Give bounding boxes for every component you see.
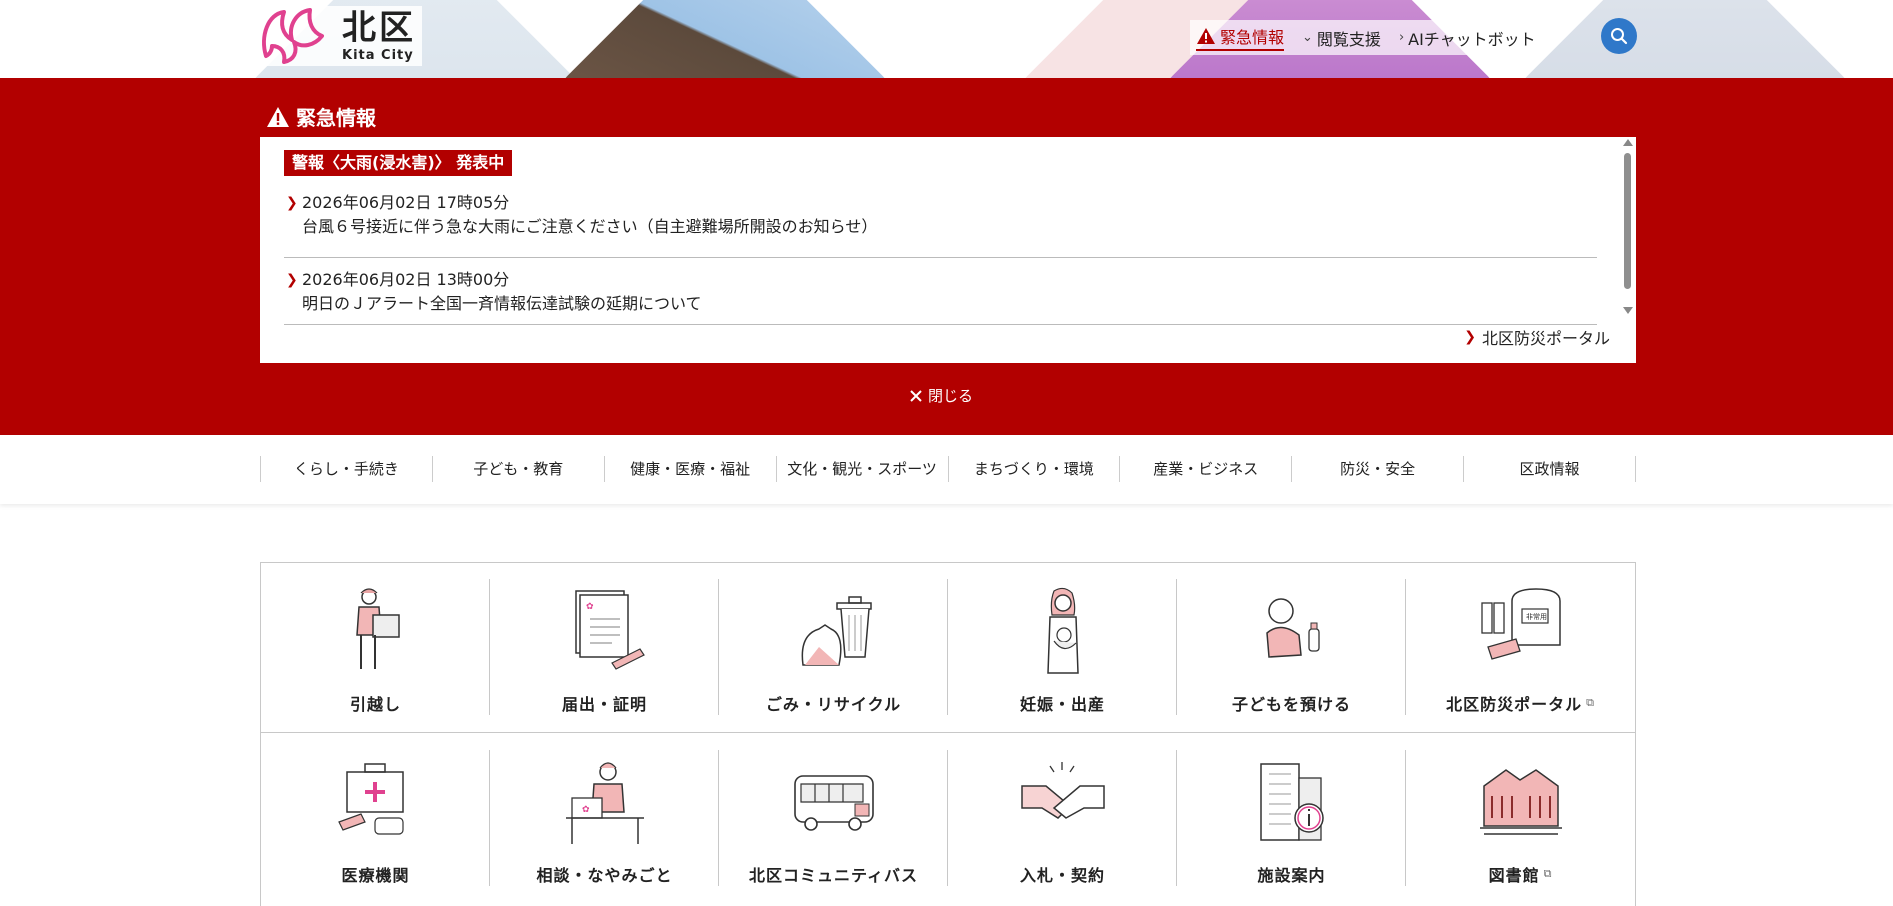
nav-item-culture-tourism[interactable]: 文化・観光・スポーツ [777, 456, 949, 482]
page: 北区 Kita City 緊急情報 ⌄ 閲覧支援 › AIチャットボット 緊急情… [0, 0, 1893, 906]
mother-baby-icon [1046, 587, 1079, 674]
medical-box-icon [337, 763, 404, 835]
chevron-right-icon: ❯ [286, 272, 298, 288]
news-date: 2026年06月02日 17時05分 [302, 193, 510, 212]
emergency-info-link[interactable]: 緊急情報 [1196, 24, 1285, 51]
svg-text:✿: ✿ [582, 805, 590, 815]
quick-links-row: 引越し ✿ 届出・証明 ごみ・リサイクル 妊娠・出産 子どもを預ける 非常用 北… [261, 563, 1635, 733]
quick-link-bidding-contract[interactable]: 入札・契約 [948, 734, 1177, 904]
library-icon [1479, 769, 1562, 835]
quick-link-medical[interactable]: 医療機関 [261, 734, 490, 904]
consultation-icon: ✿ [565, 762, 644, 844]
baby-icon [1265, 598, 1320, 658]
nav-item-health-welfare[interactable]: 健康・医療・福祉 [605, 456, 777, 482]
quick-link-label: 北区防災ポータル [1446, 695, 1583, 714]
quick-link-moving[interactable]: 引越し [261, 563, 490, 732]
site-logo[interactable]: 北区 Kita City [258, 6, 422, 66]
quick-link-consultation[interactable]: ✿ 相談・なやみごと [490, 734, 719, 904]
quick-links: 引越し ✿ 届出・証明 ごみ・リサイクル 妊娠・出産 子どもを預ける 非常用 北… [260, 562, 1636, 906]
close-label: 閉じる [928, 387, 974, 405]
disaster-portal-label: 北区防災ポータル [1481, 329, 1610, 348]
emergency-news-item[interactable]: ❯ 2026年06月02日 13時00分 明日のＪアラート全国一斉情報伝達試験の… [284, 258, 1597, 325]
quick-link-facilities[interactable]: 施設案内 [1177, 734, 1406, 904]
warning-icon [1197, 28, 1215, 44]
quick-link-label: 北区コミュニティバス [748, 866, 919, 885]
nav-item-administration[interactable]: 区政情報 [1464, 456, 1636, 482]
quick-link-community-bus[interactable]: 北区コミュニティバス [719, 734, 948, 904]
hero-photo-train [1508, 0, 1862, 78]
handshake-icon [1020, 762, 1105, 819]
news-title: 明日のＪアラート全国一斉情報伝達試験の延期について [302, 294, 702, 313]
chevron-right-icon: › [1398, 30, 1405, 45]
quick-link-garbage-recycling[interactable]: ごみ・リサイクル [719, 563, 948, 732]
bus-icon [793, 775, 874, 831]
news-title: 台風６号接近に伴う急な大雨にご注意ください（自主避難場所開設のお知らせ） [302, 217, 878, 236]
alert-badge: 警報〈大雨(浸水害)〉 発表中 [284, 150, 513, 176]
quick-link-label: 図書館 [1488, 866, 1540, 885]
scroll-down-arrow-icon[interactable] [1623, 307, 1633, 314]
close-icon [910, 389, 922, 402]
scroll-up-arrow-icon[interactable] [1623, 139, 1633, 146]
quick-links-row: 医療機関 ✿ 相談・なやみごと 北区コミュニティバス 入札・契約 施設案内 図書… [261, 734, 1635, 904]
quick-link-label: ごみ・リサイクル [765, 695, 902, 714]
ai-chatbot-link[interactable]: › AIチャットボット [1399, 26, 1536, 50]
search-button[interactable] [1601, 18, 1637, 54]
emergency-box: 警報〈大雨(浸水害)〉 発表中 ❯ 2026年06月02日 17時05分 台風６… [260, 137, 1636, 363]
quick-link-library[interactable]: 図書館 ⧉ [1406, 734, 1635, 904]
global-nav: くらし・手続き 子ども・教育 健康・医療・福祉 文化・観光・スポーツ まちづくり… [0, 435, 1893, 504]
svg-text:非常用: 非常用 [1526, 612, 1547, 621]
quick-link-label: 子どもを預ける [1231, 695, 1351, 714]
quick-link-label: 施設案内 [1257, 866, 1326, 885]
warning-icon [267, 106, 289, 127]
external-link-icon: ⧉ [1586, 696, 1595, 709]
emergency-kit-icon: 非常用 [1480, 588, 1561, 660]
quick-link-notification-certificate[interactable]: ✿ 届出・証明 [490, 563, 719, 732]
emergency-info-label: 緊急情報 [1220, 28, 1285, 47]
nav-item-children-education[interactable]: 子ども・教育 [433, 456, 605, 482]
scrollbar-thumb[interactable] [1624, 153, 1631, 289]
logo-kanji: 北区 [342, 7, 416, 48]
kita-city-logo-icon [262, 8, 324, 64]
quick-link-label: 相談・なやみごと [536, 866, 673, 885]
emergency-title: 緊急情報 [266, 102, 376, 131]
quick-link-label: 届出・証明 [561, 695, 647, 714]
quick-link-label: 医療機関 [341, 866, 410, 885]
disaster-portal-link[interactable]: ❯ 北区防災ポータル [1464, 325, 1610, 349]
svg-text:✿: ✿ [586, 602, 594, 612]
nav-item-living[interactable]: くらし・手続き [261, 456, 433, 482]
hero-photo-library [548, 0, 902, 78]
news-scrollbar[interactable] [1620, 137, 1636, 317]
quick-link-label: 引越し [349, 695, 401, 714]
ai-chatbot-label: AIチャットボット [1408, 29, 1536, 49]
document-icon: ✿ [574, 590, 645, 670]
news-date: 2026年06月02日 13時00分 [302, 270, 510, 289]
nav-item-disaster-safety[interactable]: 防災・安全 [1292, 456, 1465, 482]
chevron-down-icon: ⌄ [1302, 30, 1313, 45]
reading-support-menu[interactable]: ⌄ 閲覧支援 [1302, 26, 1381, 50]
external-link-icon: ⧉ [1543, 867, 1553, 880]
nav-item-industry-business[interactable]: 産業・ビジネス [1120, 456, 1293, 482]
quick-link-label: 入札・契約 [1019, 866, 1105, 885]
garbage-icon [801, 596, 872, 666]
logo-english: Kita City [342, 47, 414, 63]
utility-nav: 緊急情報 ⌄ 閲覧支援 › AIチャットボット [1190, 20, 1542, 55]
chevron-right-icon: ❯ [1464, 329, 1476, 345]
quick-link-disaster-portal[interactable]: 非常用 北区防災ポータル ⧉ [1406, 563, 1635, 732]
moving-person-icon [355, 588, 400, 669]
reading-support-label: 閲覧支援 [1316, 29, 1381, 49]
emergency-panel: 緊急情報 警報〈大雨(浸水害)〉 発表中 ❯ 2026年06月02日 17時05… [0, 78, 1893, 435]
site-header: 北区 Kita City 緊急情報 ⌄ 閲覧支援 › AIチャットボット [0, 0, 1893, 78]
nav-item-urban-environment[interactable]: まちづくり・環境 [949, 456, 1121, 482]
global-nav-list: くらし・手続き 子ども・教育 健康・医療・福祉 文化・観光・スポーツ まちづくり… [260, 456, 1636, 482]
emergency-title-text: 緊急情報 [296, 106, 376, 130]
search-icon [1611, 28, 1628, 45]
quick-link-label: 妊娠・出産 [1019, 695, 1105, 714]
quick-link-childcare[interactable]: 子どもを預ける [1177, 563, 1406, 732]
close-button[interactable]: 閉じる [910, 385, 973, 406]
chevron-right-icon: ❯ [286, 195, 298, 211]
building-info-icon [1259, 763, 1324, 841]
emergency-news-item[interactable]: ❯ 2026年06月02日 17時05分 台風６号接近に伴う急な大雨にご注意くだ… [284, 191, 1597, 258]
quick-link-pregnancy-birth[interactable]: 妊娠・出産 [948, 563, 1177, 732]
